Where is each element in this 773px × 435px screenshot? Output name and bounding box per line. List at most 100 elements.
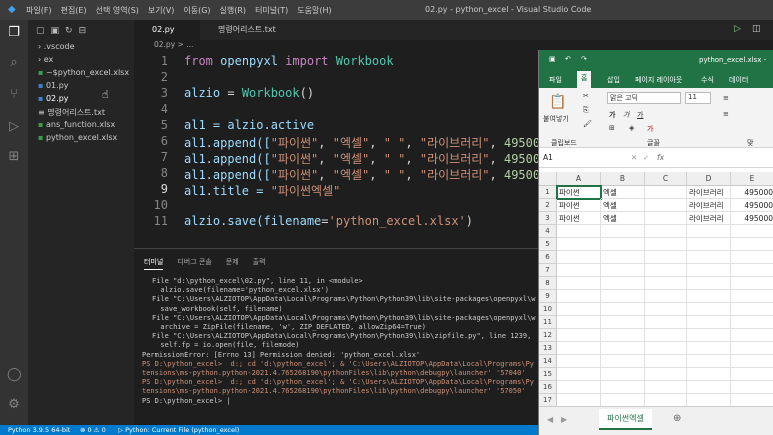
sheet-next-icon[interactable]: ▶ — [561, 415, 567, 424]
cell[interactable] — [601, 277, 645, 290]
cell[interactable] — [731, 303, 773, 316]
collapse-all-icon[interactable]: ⊟ — [79, 26, 87, 36]
tree-item-txt[interactable]: ≡ 명령어리스트.txt — [38, 107, 105, 118]
menu-go[interactable]: 이동(G) — [183, 5, 210, 16]
row-header[interactable]: 6 — [539, 251, 557, 264]
cell[interactable] — [645, 329, 687, 342]
cell[interactable] — [645, 251, 687, 264]
tree-item-ex[interactable]: › ex — [38, 55, 53, 64]
cell[interactable] — [687, 290, 731, 303]
row-header[interactable]: 2 — [539, 199, 557, 212]
cell[interactable] — [557, 368, 601, 381]
row-header[interactable]: 14 — [539, 355, 557, 368]
font-color-icon[interactable]: 가 — [647, 124, 653, 134]
cell[interactable] — [687, 342, 731, 355]
cell[interactable]: 파이썬 — [557, 199, 601, 212]
terminal-output[interactable]: File "d:\python_excel\02.py", line 11, i… — [142, 277, 540, 406]
font-name-select[interactable]: 맑은 고딕 — [607, 92, 681, 104]
tree-item-temp-xlsx[interactable]: ▪ ~$python_excel.xlsx — [38, 68, 129, 77]
settings-gear-icon[interactable]: ⚙ — [7, 398, 21, 412]
save-icon[interactable]: ▣ — [549, 55, 556, 63]
refresh-icon[interactable]: ↻ — [65, 26, 73, 36]
cell[interactable]: 라이브러리 — [687, 199, 731, 212]
tree-item-01py[interactable]: ▪ 01.py — [38, 81, 69, 90]
bold-icon[interactable]: 가 — [609, 110, 615, 120]
cell[interactable] — [687, 225, 731, 238]
row-header[interactable]: 12 — [539, 329, 557, 342]
tab-txt[interactable]: 명령어리스트.txt — [200, 20, 310, 40]
cell[interactable]: 엑셀 — [601, 199, 645, 212]
code-editor[interactable]: 1 2 3 4 5 6 7 8 9 10 11 from openpyxl im… — [134, 52, 548, 247]
menu-terminal[interactable]: 터미널(T) — [255, 5, 288, 16]
cell[interactable] — [601, 342, 645, 355]
fill-color-icon[interactable]: ◈ — [629, 124, 634, 132]
cell[interactable] — [731, 342, 773, 355]
cell[interactable] — [645, 277, 687, 290]
cell[interactable] — [557, 264, 601, 277]
cell[interactable] — [645, 212, 687, 225]
cell[interactable] — [601, 264, 645, 277]
cell[interactable] — [645, 381, 687, 394]
ribbon-tab-formulas[interactable]: 수식 — [701, 75, 714, 85]
ribbon-tab-home[interactable]: 홈 — [577, 71, 592, 88]
row-header[interactable]: 3 — [539, 212, 557, 225]
cancel-icon[interactable]: ✕ — [631, 153, 637, 162]
cell[interactable] — [731, 238, 773, 251]
cell[interactable] — [557, 303, 601, 316]
cell[interactable] — [687, 368, 731, 381]
ribbon-tab-file[interactable]: 파일 — [549, 75, 562, 85]
cell[interactable] — [731, 277, 773, 290]
menu-view[interactable]: 보기(V) — [148, 5, 174, 16]
menu-help[interactable]: 도움말(H) — [297, 5, 331, 16]
cell[interactable] — [645, 355, 687, 368]
tab-debug-console[interactable]: 디버그 콘솔 — [177, 257, 211, 270]
run-debug-icon[interactable]: ▷ — [7, 120, 21, 134]
cell[interactable] — [645, 186, 687, 199]
cell[interactable] — [687, 329, 731, 342]
row-header[interactable]: 13 — [539, 342, 557, 355]
cell[interactable] — [601, 251, 645, 264]
cell[interactable] — [687, 316, 731, 329]
cell[interactable] — [601, 225, 645, 238]
menu-selection[interactable]: 선택 영역(S) — [96, 5, 139, 16]
cell[interactable]: 495000 — [731, 186, 773, 199]
tab-terminal[interactable]: 터미널 — [144, 257, 164, 270]
cell[interactable] — [557, 277, 601, 290]
ribbon-tab-page-layout[interactable]: 페이지 레이아웃 — [635, 75, 682, 85]
borders-icon[interactable]: ⊞ — [609, 124, 615, 132]
cell[interactable] — [557, 238, 601, 251]
cell[interactable] — [687, 264, 731, 277]
cell[interactable] — [601, 316, 645, 329]
row-header[interactable]: 4 — [539, 225, 557, 238]
cell[interactable] — [645, 199, 687, 212]
explorer-icon[interactable]: ❐ — [7, 26, 21, 40]
tree-item-vscode[interactable]: › .vscode — [38, 42, 75, 51]
paste-icon[interactable]: 📋 — [549, 94, 566, 110]
cell[interactable] — [687, 238, 731, 251]
cell[interactable] — [731, 355, 773, 368]
cell[interactable] — [731, 329, 773, 342]
cell[interactable]: 파이썬 — [556, 185, 602, 200]
sheet-tab[interactable]: 파이썬엑셀 — [599, 409, 652, 430]
ribbon-tab-insert[interactable]: 삽입 — [607, 75, 620, 85]
cell[interactable]: 495000 — [731, 212, 773, 225]
align-top-icon[interactable]: ≡ — [723, 94, 729, 102]
terminal-prompt[interactable]: PS D:\python_excel> | — [142, 397, 540, 406]
redo-icon[interactable]: ↷ — [581, 55, 587, 63]
cell[interactable] — [557, 225, 601, 238]
format-painter-icon[interactable]: 🖌 — [583, 120, 592, 128]
cell[interactable] — [557, 355, 601, 368]
row-header[interactable]: 15 — [539, 368, 557, 381]
cut-icon[interactable]: ✂ — [583, 92, 589, 100]
cell[interactable] — [601, 238, 645, 251]
undo-icon[interactable]: ↶ — [565, 55, 571, 63]
insert-function-icon[interactable]: fx — [657, 153, 664, 162]
row-header[interactable]: 8 — [539, 277, 557, 290]
run-config[interactable]: ▷ Python: Current File (python_excel) — [118, 425, 239, 435]
sheet-prev-icon[interactable]: ◀ — [547, 415, 553, 424]
python-interpreter[interactable]: Python 3.9.5 64-bit — [8, 425, 70, 435]
menu-run[interactable]: 실행(R) — [220, 5, 247, 16]
cell[interactable] — [557, 329, 601, 342]
new-file-icon[interactable]: ▢ — [36, 26, 45, 36]
cell[interactable] — [645, 303, 687, 316]
